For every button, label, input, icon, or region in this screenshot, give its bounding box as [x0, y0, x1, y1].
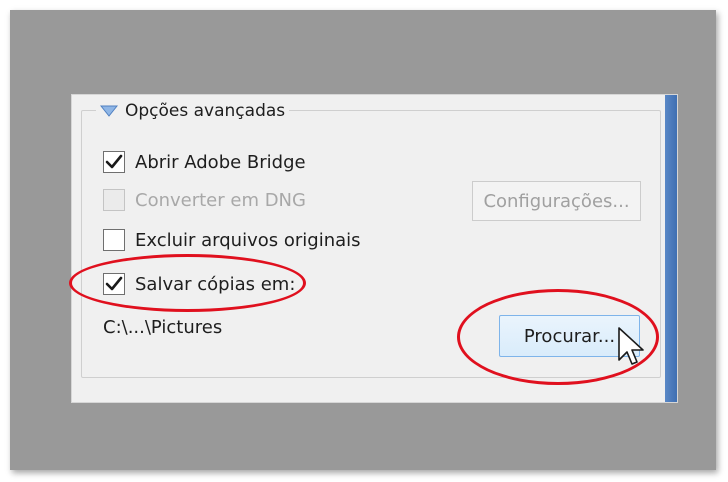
convert-dng-checkbox — [103, 189, 125, 211]
triangle-down-icon[interactable] — [100, 105, 118, 117]
delete-originals-checkbox[interactable] — [103, 229, 125, 251]
group-title: Opções avançadas — [125, 101, 286, 121]
convert-dng-option: Converter em DNG — [103, 189, 306, 211]
checkmark-icon — [105, 154, 123, 169]
open-bridge-label: Abrir Adobe Bridge — [135, 151, 306, 173]
open-bridge-checkbox[interactable] — [103, 151, 125, 173]
group-header[interactable]: Opções avançadas — [96, 99, 290, 123]
delete-originals-option[interactable]: Excluir arquivos originais — [103, 229, 361, 251]
convert-dng-label: Converter em DNG — [135, 189, 306, 211]
screenshot-frame: Opções avançadas Abrir Adobe Bridge Conv… — [10, 10, 716, 470]
scrollbar[interactable] — [665, 95, 677, 402]
open-bridge-option[interactable]: Abrir Adobe Bridge — [103, 151, 306, 173]
delete-originals-label: Excluir arquivos originais — [135, 229, 361, 251]
highlight-ellipse-save-copies — [69, 254, 306, 312]
mouse-pointer-icon — [618, 327, 644, 365]
save-path: C:\...\Pictures — [103, 317, 223, 338]
settings-button: Configurações... — [472, 181, 641, 221]
